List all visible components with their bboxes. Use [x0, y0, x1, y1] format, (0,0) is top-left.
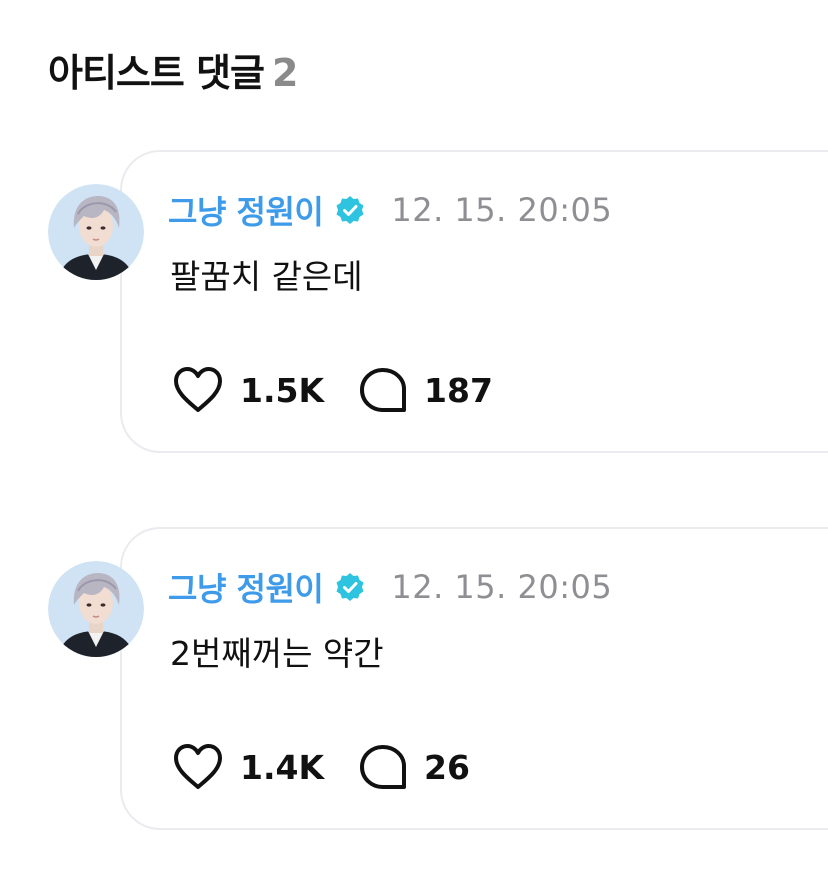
- comment-timestamp: 12. 15. 20:05: [391, 191, 613, 229]
- reply-count: 26: [424, 747, 470, 787]
- comment-meta: 그냥 정원이 12. 15. 20:05: [168, 188, 612, 232]
- author-name[interactable]: 그냥 정원이: [168, 187, 324, 233]
- comment-item: 그냥 정원이 12. 15. 20:05 2번째꺼는 약간 1.4K 26: [0, 527, 828, 832]
- verified-check-icon: [335, 195, 365, 225]
- avatar[interactable]: [48, 184, 144, 280]
- author-name[interactable]: 그냥 정원이: [168, 564, 324, 610]
- comment-text: 팔꿈치 같은데: [170, 257, 363, 296]
- verified-check-icon: [335, 572, 365, 602]
- comment-item: 그냥 정원이 12. 15. 20:05 팔꿈치 같은데 1.5K 187: [0, 150, 828, 455]
- reply-button[interactable]: 26: [358, 743, 470, 791]
- artist-comments-page: 아티스트 댓글 2 그냥 정원이 12. 15. 20:05 팔꿈치 같은데 1…: [0, 0, 828, 873]
- like-button[interactable]: 1.5K: [172, 366, 324, 414]
- comment-timestamp: 12. 15. 20:05: [391, 568, 613, 606]
- speech-bubble-icon: [360, 368, 407, 412]
- comment-actions: 1.4K 26: [172, 741, 470, 793]
- heart-icon: [174, 744, 222, 789]
- like-count: 1.5K: [240, 370, 325, 410]
- heart-icon: [174, 367, 222, 412]
- like-button[interactable]: 1.4K: [172, 743, 324, 791]
- avatar[interactable]: [48, 561, 144, 657]
- section-title-label: 아티스트 댓글: [48, 51, 265, 95]
- comment-actions: 1.5K 187: [172, 364, 493, 416]
- comment-meta: 그냥 정원이 12. 15. 20:05: [168, 565, 612, 609]
- comment-text: 2번째꺼는 약간: [170, 634, 384, 673]
- comment-count: 2: [272, 51, 298, 95]
- speech-bubble-icon: [360, 745, 407, 789]
- reply-count: 187: [424, 370, 493, 410]
- avatar-photo: [48, 561, 144, 657]
- reply-button[interactable]: 187: [358, 366, 493, 414]
- like-count: 1.4K: [240, 747, 325, 787]
- section-title: 아티스트 댓글 2: [48, 48, 298, 98]
- avatar-photo: [48, 184, 144, 280]
